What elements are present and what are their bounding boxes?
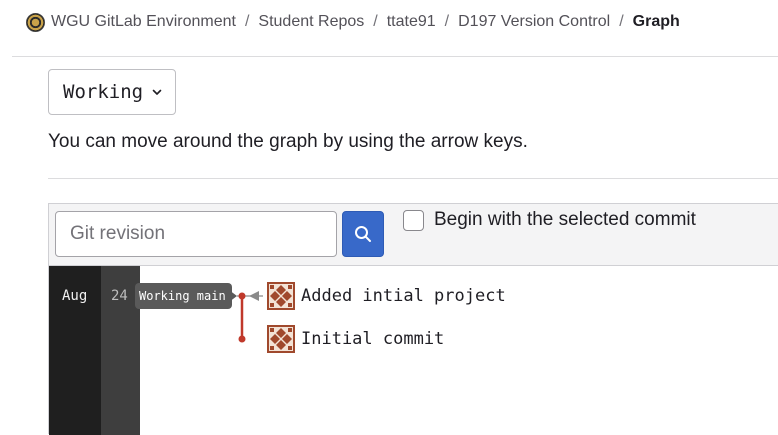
graph-canvas[interactable]: Aug 24 Working main Added intial project… — [49, 266, 778, 435]
section-divider — [48, 178, 778, 179]
ref-selector-dropdown[interactable]: Working — [48, 69, 176, 115]
begin-with-selected-commit-checkbox[interactable] — [403, 209, 424, 231]
search-button[interactable] — [342, 211, 384, 257]
commit-message: Initial commit — [301, 329, 445, 349]
breadcrumb-current-page[interactable]: Graph — [633, 13, 680, 31]
commit-author-avatar-icon — [267, 282, 295, 310]
breadcrumb-group-student-repos[interactable]: Student Repos — [258, 13, 364, 31]
breadcrumb-separator: / — [373, 13, 378, 30]
graph-help-text: You can move around the graph by using t… — [48, 131, 528, 152]
commit-row[interactable]: Added intial project — [267, 281, 506, 311]
breadcrumb-user[interactable]: ttate91 — [387, 13, 436, 31]
breadcrumb-project[interactable]: D197 Version Control — [458, 13, 610, 31]
git-revision-input[interactable] — [55, 211, 337, 257]
breadcrumb-group-wgu[interactable]: WGU GitLab Environment — [51, 13, 236, 31]
begin-with-selected-commit-option[interactable]: Begin with the selected commit — [403, 209, 696, 231]
breadcrumb: WGU GitLab Environment / Student Repos /… — [26, 8, 680, 36]
ref-selector-value: Working — [63, 81, 144, 103]
ref-connector-arrow — [249, 291, 259, 301]
breadcrumb-separator: / — [619, 13, 624, 30]
wgu-logo-icon[interactable] — [26, 12, 45, 32]
commit-node-1 — [238, 292, 246, 300]
breadcrumb-separator: / — [244, 13, 250, 30]
commit-row[interactable]: Initial commit — [267, 324, 444, 354]
network-graph-panel: Begin with the selected commit Aug 24 Wo… — [48, 203, 778, 435]
commit-node-2 — [238, 335, 246, 343]
search-icon — [355, 226, 371, 242]
header-divider — [12, 56, 778, 57]
breadcrumb-separator: / — [444, 13, 450, 30]
commit-author-avatar-icon — [267, 325, 295, 353]
checkbox-label: Begin with the selected commit — [434, 209, 696, 230]
graph-toolbar: Begin with the selected commit — [49, 204, 778, 266]
commit-graph-lines — [237, 291, 263, 343]
commit-message: Added intial project — [301, 286, 506, 306]
chevron-down-icon — [152, 89, 162, 95]
